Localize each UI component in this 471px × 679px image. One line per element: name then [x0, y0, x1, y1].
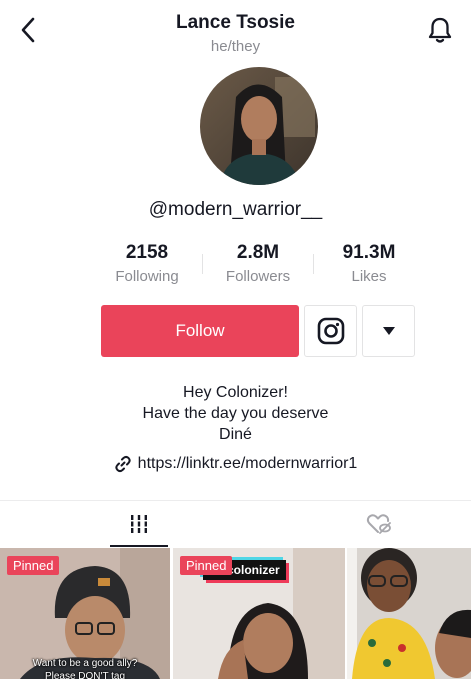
video-thumbnail[interactable]: de-colonizer Pinned	[173, 548, 345, 679]
link-icon	[115, 455, 131, 473]
avatar[interactable]	[200, 67, 318, 185]
content-tabs	[0, 501, 471, 547]
follow-button[interactable]: Follow	[101, 305, 299, 357]
bell-icon	[428, 17, 452, 43]
pinned-badge: Pinned	[7, 556, 60, 575]
video-caption: Want to be a good ally?	[32, 658, 138, 669]
notifications-button[interactable]	[423, 14, 457, 46]
bio-line: Diné	[219, 426, 252, 443]
grid-icon	[131, 515, 147, 533]
bio-link[interactable]: https://linktr.ee/modernwarrior1	[0, 455, 471, 473]
video-thumbnail[interactable]: Pinned Want to be a good ally? Please DO…	[0, 548, 170, 679]
stat-value: 2.8M	[236, 242, 280, 263]
hidden-heart-icon	[366, 514, 391, 534]
stat-label: Following	[115, 268, 179, 285]
bio: Hey Colonizer! Have the day you deserve …	[0, 382, 471, 445]
instagram-icon	[317, 317, 344, 345]
stat-value: 2158	[125, 242, 169, 263]
stat-value: 91.3M	[342, 242, 396, 263]
stat-likes[interactable]: 91.3M Likes	[314, 242, 424, 285]
stat-label: Followers	[225, 268, 291, 285]
bio-line: Have the day you deserve	[142, 405, 329, 422]
bio-line: Hey Colonizer!	[183, 384, 288, 401]
pinned-badge: Pinned	[180, 556, 233, 575]
tab-videos[interactable]	[110, 501, 168, 547]
stat-label: Likes	[351, 268, 387, 285]
bio-link-text: https://linktr.ee/modernwarrior1	[137, 455, 358, 472]
video-grid: Pinned Want to be a good ally? Please DO…	[0, 548, 471, 679]
stat-following[interactable]: 2158 Following	[92, 242, 202, 285]
username: @modern_warrior__	[148, 199, 323, 220]
active-tab-indicator	[110, 545, 168, 547]
more-dropdown-button[interactable]	[362, 305, 415, 357]
stat-followers[interactable]: 2.8M Followers	[203, 242, 313, 285]
tab-liked[interactable]	[350, 501, 408, 547]
triangle-down-icon	[382, 327, 395, 335]
top-bar: Lance Tsosie he/they	[0, 0, 471, 60]
stats-row: 2158 Following 2.8M Followers 91.3M Like…	[92, 242, 402, 288]
profile-name: Lance Tsosie	[176, 12, 295, 33]
video-caption: Please DON'T tag	[44, 671, 126, 679]
instagram-button[interactable]	[304, 305, 357, 357]
pronouns: he/they	[210, 38, 261, 55]
video-thumbnail[interactable]	[347, 548, 471, 679]
